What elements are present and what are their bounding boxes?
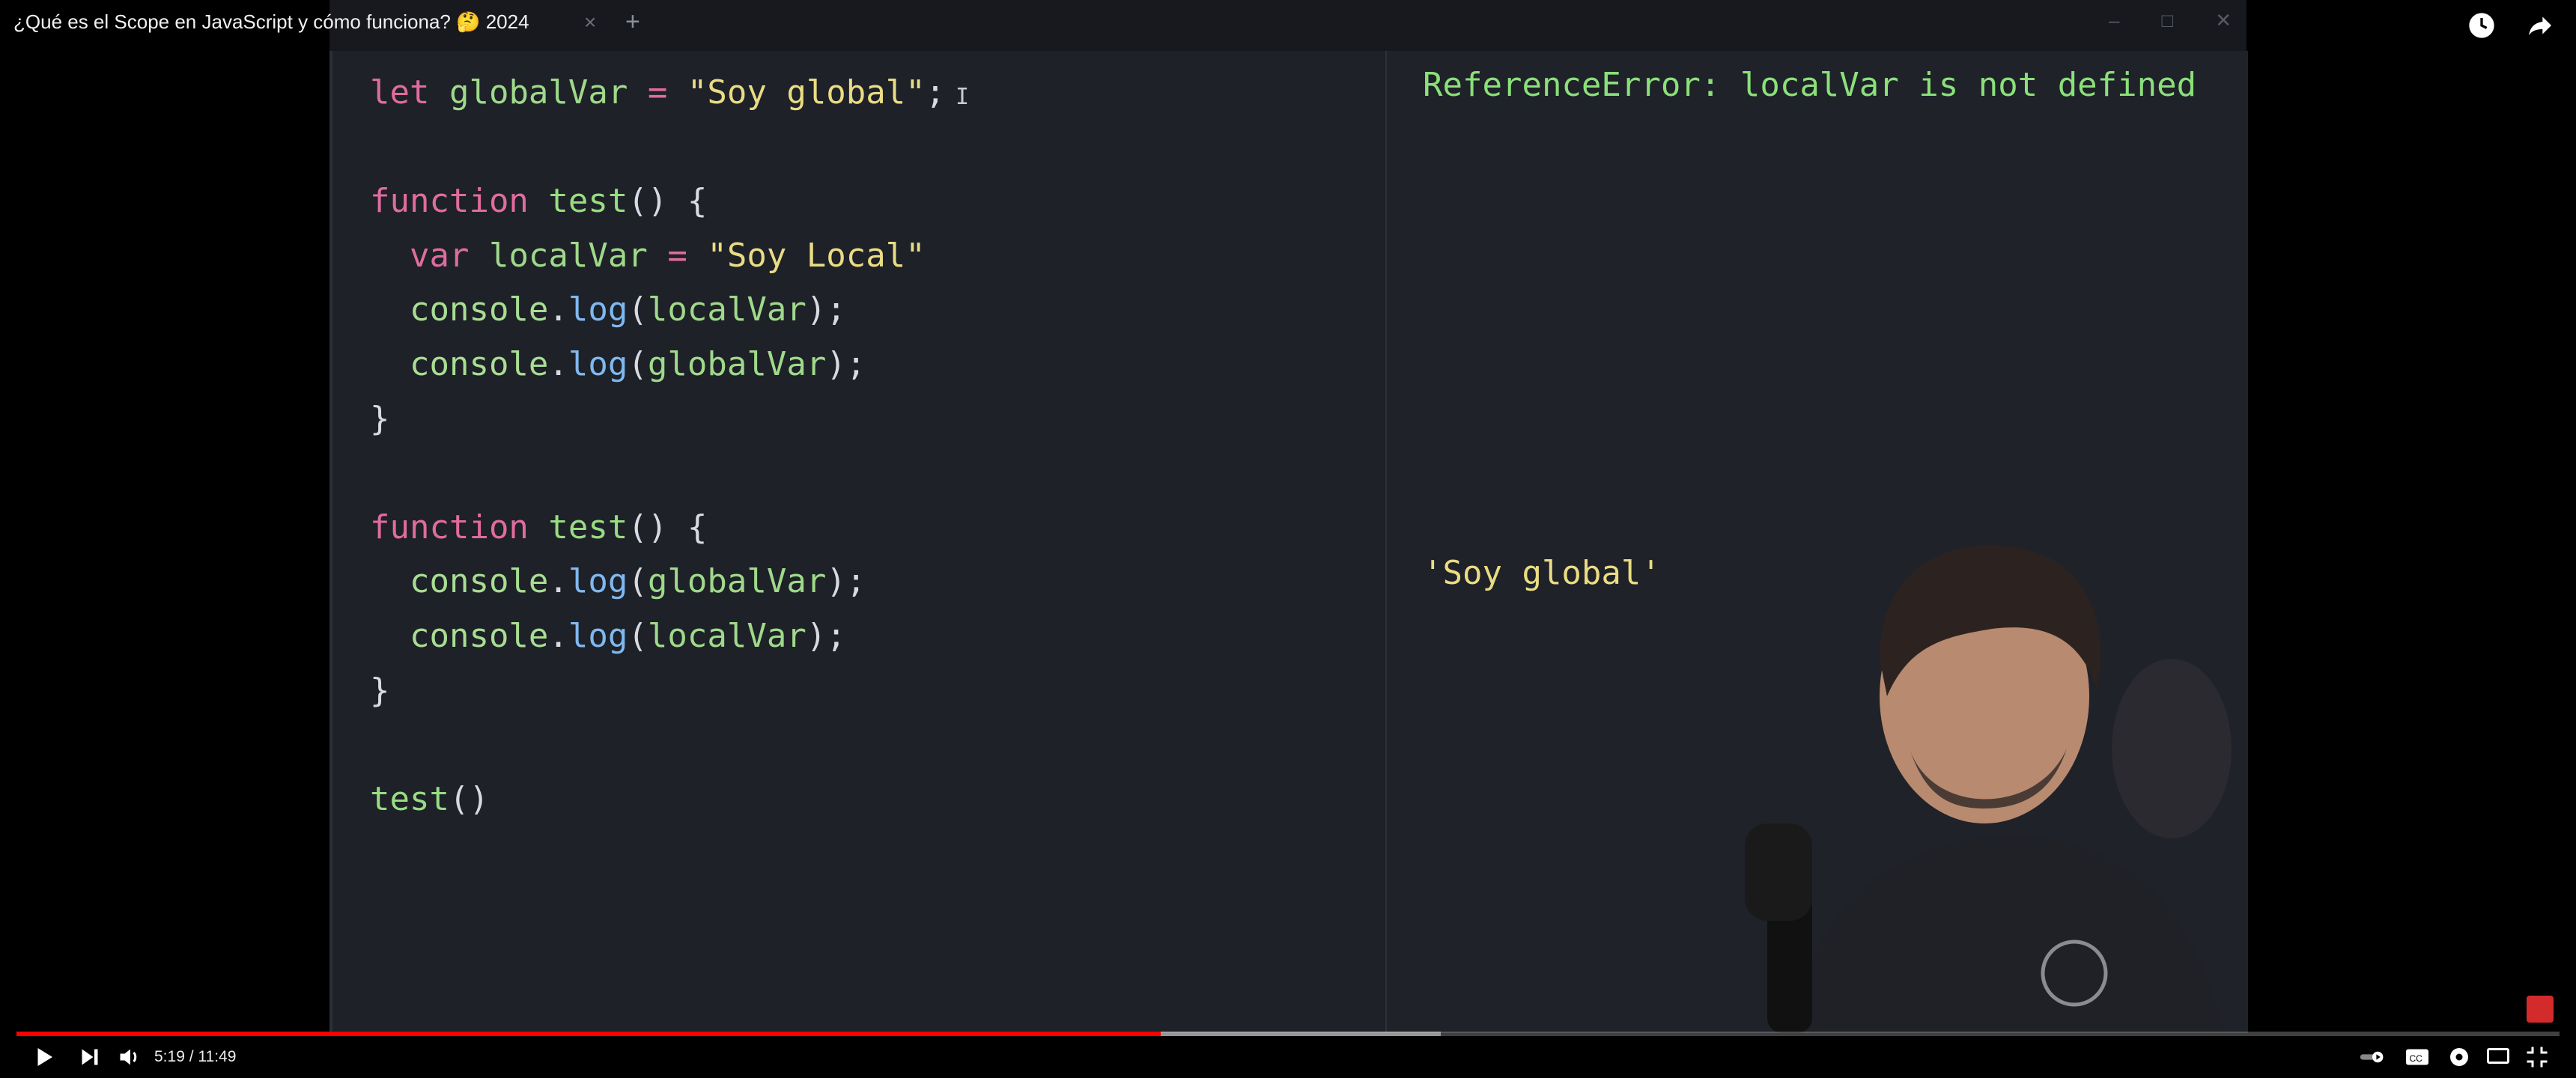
code-token: function [370, 182, 549, 221]
code-token: log [568, 290, 628, 329]
code-token: "Soy global" [687, 73, 926, 112]
code-line[interactable] [370, 718, 945, 773]
close-window-button[interactable]: ✕ [2215, 9, 2232, 32]
code-line[interactable]: } [370, 664, 945, 719]
code-line[interactable] [370, 121, 945, 175]
presenter-webcam [1745, 545, 2232, 1033]
code-token: . [548, 344, 568, 383]
code-token: "Soy Local" [707, 236, 926, 275]
code-token: localVar [488, 236, 648, 275]
code-token: () [449, 779, 489, 818]
code-line[interactable]: function test() { [370, 501, 945, 555]
code-token: ( [628, 616, 648, 655]
code-token: test [548, 182, 628, 221]
tab-close-button[interactable]: × [584, 10, 596, 34]
code-token: ( [628, 562, 648, 601]
code-token: . [548, 616, 568, 655]
player-controls: CC [0, 1039, 2576, 1078]
code-line[interactable]: console.log(globalVar); [370, 555, 945, 609]
next-icon[interactable] [76, 1044, 103, 1074]
code-line[interactable]: test() [370, 773, 945, 827]
subscribe-watermark[interactable] [2527, 996, 2554, 1023]
console-error-line: ReferenceError: localVar is not defined [1423, 66, 2197, 104]
code-token: } [370, 671, 390, 710]
exit-fullscreen-icon[interactable] [2524, 1044, 2551, 1074]
code-token: ); [806, 616, 846, 655]
share-icon[interactable] [2525, 10, 2555, 44]
code-token: function [370, 508, 549, 546]
code-token: ); [826, 344, 866, 383]
code-token: . [548, 562, 568, 601]
code-token: } [370, 399, 390, 438]
text-cursor: I [956, 84, 970, 110]
code-token: = [647, 236, 708, 275]
code-token: var [370, 236, 489, 275]
code-line[interactable]: console.log(globalVar); [370, 338, 945, 392]
console-output-line: 'Soy global' [1423, 554, 1661, 592]
new-tab-button[interactable]: + [625, 7, 640, 37]
code-token: ); [806, 290, 846, 329]
code-token: . [548, 290, 568, 329]
code-token: globalVar [449, 73, 628, 112]
code-token: () { [628, 182, 708, 221]
code-token: test [370, 779, 449, 818]
code-line[interactable]: console.log(localVar); [370, 283, 945, 338]
code-token: ); [826, 562, 866, 601]
code-token: log [568, 562, 628, 601]
code-line[interactable]: var localVar = "Soy Local" [370, 229, 945, 284]
code-token: console [370, 290, 549, 329]
video-title: ¿Qué es el Scope en JavaScript y cómo fu… [13, 10, 529, 33]
svg-text:CC: CC [2410, 1053, 2423, 1064]
time-separator: / [184, 1048, 198, 1065]
seek-bar-played [16, 1032, 1161, 1036]
code-token: localVar [647, 290, 806, 329]
code-token: console [370, 562, 549, 601]
code-token: console [370, 344, 549, 383]
code-editor-pane[interactable]: let globalVar = "Soy global"; function te… [329, 51, 1388, 1033]
top-right-actions [2467, 10, 2555, 44]
code-line[interactable]: function test() { [370, 174, 945, 229]
code-token: test [548, 508, 628, 546]
maximize-button[interactable]: □ [2161, 9, 2173, 32]
settings-icon[interactable] [2446, 1044, 2473, 1074]
time-display: 5:19 / 11:49 [154, 1048, 236, 1066]
seek-bar[interactable] [16, 1032, 2560, 1036]
editor-tab-bar: × + – □ ✕ [329, 0, 2247, 51]
code-block[interactable]: let globalVar = "Soy global"; function te… [370, 66, 945, 826]
code-token: let [370, 73, 449, 112]
code-token: globalVar [647, 562, 827, 601]
code-token: log [568, 344, 628, 383]
code-line[interactable]: let globalVar = "Soy global"; [370, 66, 945, 121]
total-time: 11:49 [198, 1048, 237, 1065]
autoplay-toggle-icon[interactable] [2359, 1044, 2386, 1074]
code-token: log [568, 616, 628, 655]
code-token: globalVar [647, 344, 827, 383]
minimize-button[interactable]: – [2109, 9, 2119, 32]
cc-icon[interactable]: CC [2404, 1044, 2431, 1074]
window-controls: – □ ✕ [2109, 9, 2232, 32]
cast-icon[interactable] [2485, 1044, 2512, 1074]
code-line[interactable]: console.log(localVar); [370, 609, 945, 664]
current-time: 5:19 [154, 1048, 185, 1065]
code-line[interactable] [370, 446, 945, 501]
code-token: ; [925, 73, 946, 112]
play-icon[interactable] [30, 1044, 57, 1074]
clock-icon[interactable] [2467, 10, 2497, 44]
code-token: ( [628, 344, 648, 383]
code-token: ( [628, 290, 648, 329]
volume-icon[interactable] [117, 1044, 144, 1074]
code-token: console [370, 616, 549, 655]
code-line[interactable]: } [370, 392, 945, 447]
code-token: = [628, 73, 687, 112]
code-token: localVar [647, 616, 806, 655]
code-token: () { [628, 508, 708, 546]
